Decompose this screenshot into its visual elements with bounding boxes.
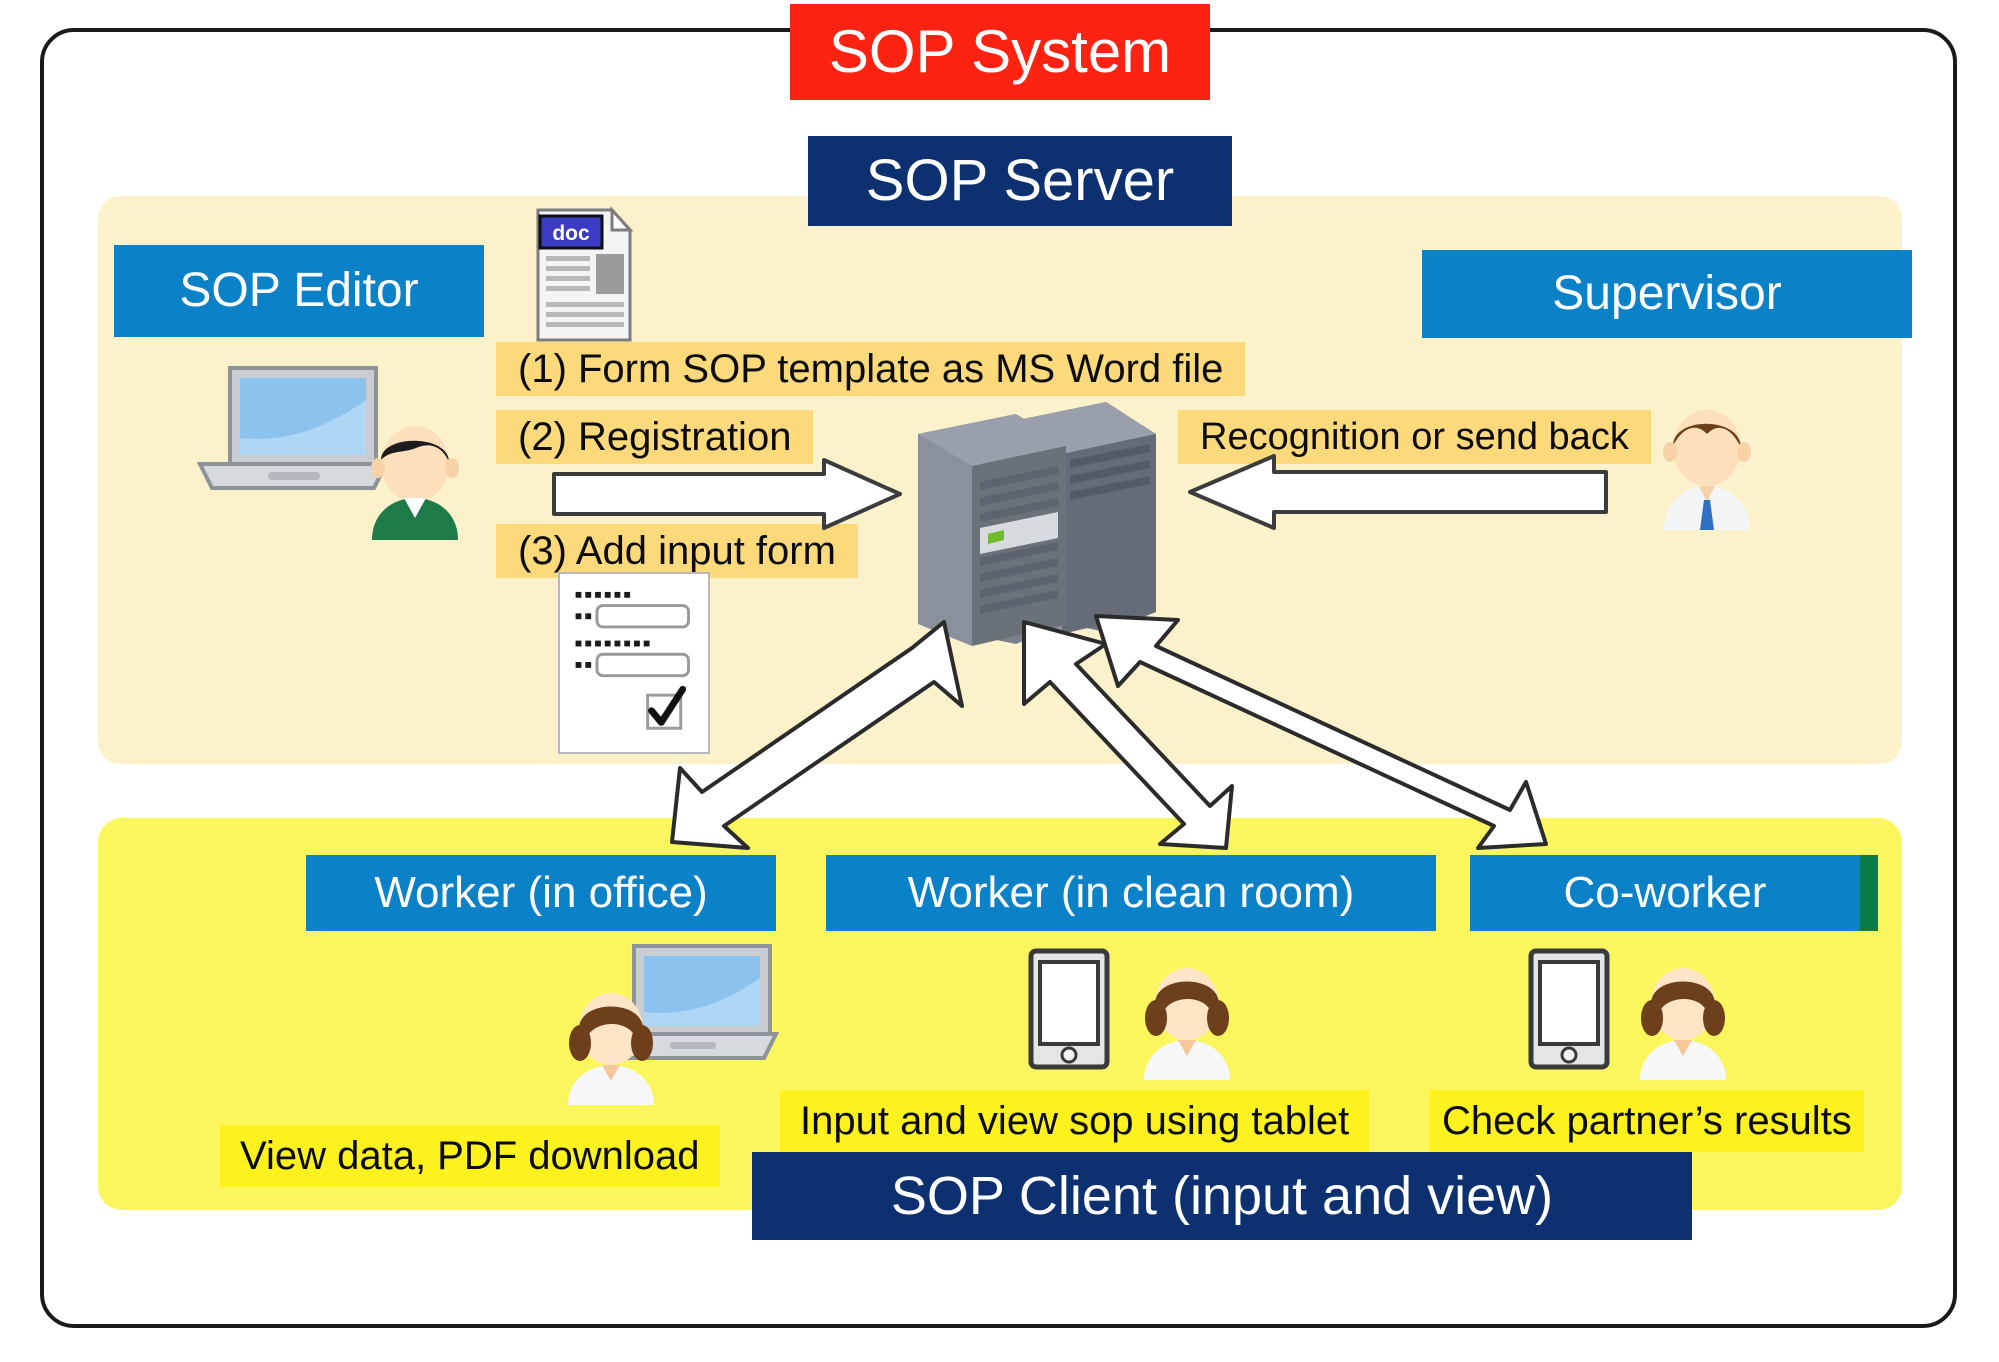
avatar-sop-editor (360, 420, 470, 540)
arrow-recognition (1188, 452, 1608, 532)
arrow-registration (552, 458, 902, 530)
tablet-icon-clean-room (1028, 948, 1110, 1070)
actor-label-worker-clean-room: Worker (in clean room) (826, 855, 1436, 931)
avatar-coworker (1628, 960, 1738, 1080)
sop-system-title: SOP System (790, 4, 1210, 100)
arrow-server-to-coworker (1090, 610, 1560, 850)
sop-client-title: SOP Client (input and view) (752, 1152, 1692, 1240)
actor-label-supervisor: Supervisor (1422, 250, 1912, 338)
actor-label-coworker: Co-worker (1470, 855, 1860, 931)
step-1-label: (1) Form SOP template as MS Word file (496, 342, 1246, 396)
avatar-worker-office (556, 985, 666, 1105)
arrow-server-to-worker-office (670, 620, 972, 850)
tablet-icon-coworker (1528, 948, 1610, 1070)
sop-server-title: SOP Server (808, 136, 1232, 226)
diagram-canvas: SOP System SOP Server SOP Editor doc (1)… (0, 0, 1999, 1362)
word-document-icon: doc (534, 206, 634, 342)
avatar-worker-clean-room (1132, 960, 1242, 1080)
actor-label-worker-office: Worker (in office) (306, 855, 776, 931)
svg-text:doc: doc (552, 222, 590, 245)
caption-coworker: Check partner’s results (1430, 1090, 1864, 1152)
caption-worker-office: View data, PDF download (220, 1125, 720, 1187)
caption-worker-clean-room: Input and view sop using tablet (780, 1090, 1370, 1152)
avatar-supervisor (1652, 400, 1762, 530)
step-3-label: (3) Add input form (496, 524, 858, 578)
step-2-label: (2) Registration (496, 410, 814, 464)
actor-label-sop-editor: SOP Editor (114, 245, 484, 337)
